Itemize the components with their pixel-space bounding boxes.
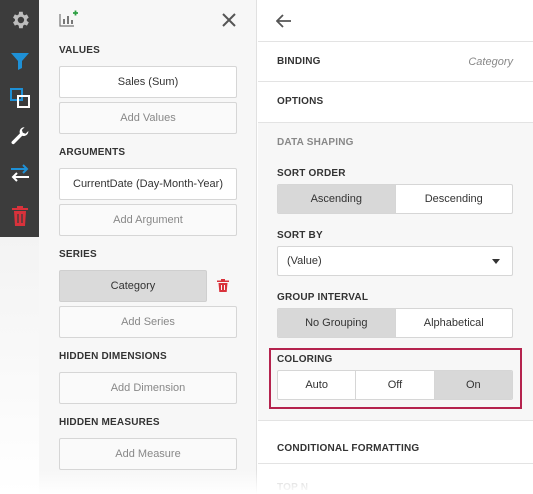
add-measure-button[interactable]: Add Measure — [59, 438, 237, 470]
binding-value: Category — [468, 55, 513, 68]
chart-item-icon — [59, 10, 79, 33]
options-panel: BINDING Category OPTIONS DATA SHAPING SO… — [258, 0, 533, 494]
gear-icon — [9, 9, 31, 31]
binding-row[interactable]: BINDING Category — [258, 41, 533, 81]
no-grouping-option[interactable]: No Grouping — [278, 309, 396, 337]
chevron-down-icon — [492, 258, 500, 264]
sort-order-label: SORT ORDER — [277, 168, 346, 179]
add-series-button[interactable]: Add Series — [59, 306, 237, 338]
toolbar-fade — [0, 237, 39, 494]
coloring-on-option[interactable]: On — [434, 371, 512, 399]
sort-by-select[interactable]: (Value) — [277, 246, 513, 276]
conditional-formatting-label: CONDITIONAL FORMATTING — [277, 443, 420, 454]
interactivity-icon — [9, 87, 31, 109]
series-section-title: SERIES — [59, 249, 97, 260]
data-shaping-label: DATA SHAPING — [277, 137, 354, 148]
top-n-label: TOP N — [277, 482, 309, 493]
gear-button[interactable] — [0, 2, 39, 38]
alphabetical-option[interactable]: Alphabetical — [396, 309, 513, 337]
top-n-row[interactable]: TOP N — [258, 463, 533, 494]
interactivity-button[interactable] — [0, 80, 39, 116]
series-trash-icon[interactable] — [217, 279, 229, 297]
conditional-formatting-row[interactable]: CONDITIONAL FORMATTING — [258, 420, 533, 463]
arguments-section-title: ARGUMENTS — [59, 147, 126, 158]
arguments-field-currentdate[interactable]: CurrentDate (Day-Month-Year) — [59, 168, 237, 200]
binding-panel: VALUES Sales (Sum) Add Values ARGUMENTS … — [39, 0, 257, 494]
sort-by-value: (Value) — [287, 255, 322, 267]
convert-button[interactable] — [0, 155, 39, 191]
sort-order-toggle: Ascending Descending — [277, 184, 513, 214]
options-row[interactable]: OPTIONS — [258, 81, 533, 121]
hidden-dimensions-section-title: HIDDEN DIMENSIONS — [59, 351, 167, 362]
coloring-toggle: Auto Off On — [277, 370, 513, 400]
back-arrow-icon[interactable] — [275, 14, 292, 33]
hidden-measures-section-title: HIDDEN MEASURES — [59, 417, 160, 428]
add-values-button[interactable]: Add Values — [59, 102, 237, 134]
add-argument-button[interactable]: Add Argument — [59, 204, 237, 236]
close-icon[interactable] — [221, 12, 237, 28]
sort-ascending-option[interactable]: Ascending — [278, 185, 396, 213]
group-interval-toggle: No Grouping Alphabetical — [277, 308, 513, 338]
series-field-category[interactable]: Category — [59, 270, 207, 302]
values-field-sales[interactable]: Sales (Sum) — [59, 66, 237, 98]
sort-by-label: SORT BY — [277, 230, 323, 241]
wrench-button[interactable] — [0, 118, 39, 154]
side-toolbar — [0, 0, 39, 237]
remove-item-button[interactable] — [0, 198, 39, 234]
filter-icon — [10, 51, 30, 71]
add-dimension-button[interactable]: Add Dimension — [59, 372, 237, 404]
coloring-auto-option[interactable]: Auto — [278, 371, 357, 399]
wrench-icon — [10, 126, 30, 146]
trash-icon — [11, 206, 29, 226]
coloring-off-option[interactable]: Off — [356, 371, 435, 399]
options-label: OPTIONS — [277, 96, 324, 107]
coloring-label: COLORING — [277, 354, 333, 365]
filter-button[interactable] — [0, 43, 39, 79]
sort-descending-option[interactable]: Descending — [396, 185, 513, 213]
group-interval-label: GROUP INTERVAL — [277, 292, 369, 303]
binding-label: BINDING — [277, 56, 321, 67]
convert-icon — [9, 164, 31, 182]
values-section-title: VALUES — [59, 45, 101, 56]
